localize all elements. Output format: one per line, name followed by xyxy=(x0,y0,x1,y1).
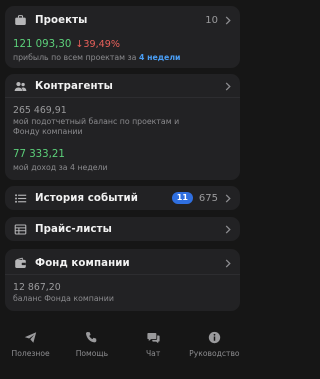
tab-help[interactable]: Помощь xyxy=(61,322,122,379)
history-count: 675 xyxy=(198,192,218,204)
contractors-balance-caption-1: мой подотчетный баланс по проектам и xyxy=(13,117,180,126)
fund-value: 12 867,20 xyxy=(13,282,61,293)
chevron-right-icon xyxy=(225,81,232,91)
chevron-right-icon xyxy=(225,224,232,234)
projects-header[interactable]: Проекты 10 xyxy=(13,11,232,29)
tab-chat-label: Чат xyxy=(145,349,161,358)
contractors-card[interactable]: Контрагенты 265 469,91 мой подотчетный б… xyxy=(5,74,240,180)
history-unread-badge: 11 xyxy=(171,192,193,204)
chevron-right-icon xyxy=(225,258,232,268)
people-icon xyxy=(13,79,27,93)
chat-icon xyxy=(146,330,160,344)
divider xyxy=(5,97,240,98)
projects-profit: 121 093,30 ↓39,49% xyxy=(13,39,120,50)
chevron-right-icon xyxy=(225,193,232,203)
fund-card[interactable]: Фонд компании 12 867,20 баланс Фонда ком… xyxy=(5,249,240,311)
projects-period-link[interactable]: 4 недели xyxy=(139,53,181,62)
contractors-balance-caption-2: Фонду компании xyxy=(13,127,83,136)
projects-card[interactable]: Проекты 10 121 093,30 ↓39,49% прибыль по… xyxy=(5,6,240,68)
wallet-icon xyxy=(13,256,27,270)
tab-useful-label: Полезное xyxy=(11,349,50,358)
history-card[interactable]: История событий 11 675 xyxy=(5,186,240,210)
phone-icon xyxy=(85,330,99,344)
projects-title: Проекты xyxy=(35,14,88,26)
tab-chat[interactable]: Чат xyxy=(123,322,184,379)
projects-profit-change: ↓39,49% xyxy=(75,39,120,50)
tab-guide-label: Руководство xyxy=(189,349,240,358)
list-icon xyxy=(13,191,27,205)
info-icon xyxy=(207,330,221,344)
pricelists-card[interactable]: Прайс-листы xyxy=(5,217,240,241)
tab-help-label: Помощь xyxy=(75,349,109,358)
chevron-right-icon xyxy=(225,15,232,25)
divider xyxy=(5,274,240,275)
contractors-balance-value: 265 469,91 xyxy=(13,105,67,116)
projects-profit-value: 121 093,30 xyxy=(13,39,72,50)
briefcase-icon xyxy=(13,13,27,27)
projects-profit-change-value: 39,49% xyxy=(83,39,120,50)
projects-caption-text: прибыль по всем проектам за xyxy=(13,53,137,62)
fund-title: Фонд компании xyxy=(35,257,130,269)
history-title: История событий xyxy=(35,192,139,204)
tab-guide[interactable]: Руководство xyxy=(184,322,245,379)
pricelists-title: Прайс-листы xyxy=(35,223,112,235)
contractors-header[interactable]: Контрагенты xyxy=(13,77,232,95)
contractors-income-caption: мой доход за 4 недели xyxy=(13,163,108,172)
tab-useful[interactable]: Полезное xyxy=(0,322,61,379)
projects-count: 10 xyxy=(205,14,218,26)
contractors-income-value: 77 333,21 xyxy=(13,149,65,160)
fund-header[interactable]: Фонд компании xyxy=(13,254,232,272)
send-icon xyxy=(24,330,38,344)
contractors-title: Контрагенты xyxy=(35,80,113,92)
table-icon xyxy=(13,222,27,236)
projects-caption: прибыль по всем проектам за 4 недели xyxy=(13,53,181,63)
fund-caption: баланс Фонда компании xyxy=(13,294,114,303)
bottom-tab-bar: Полезное Помощь Чат Руководство xyxy=(0,322,245,379)
